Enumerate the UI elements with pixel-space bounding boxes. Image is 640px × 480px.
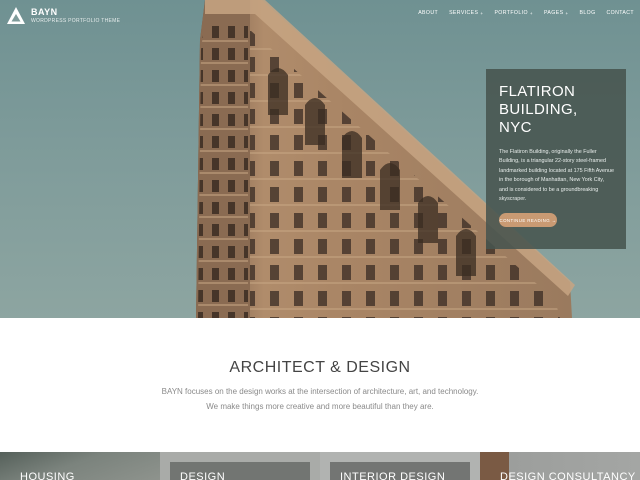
nav-label: SERVICES [449, 10, 479, 16]
hero-title: FLATIRON BUILDING, NYC [499, 83, 614, 137]
hero-section: BAYN WORDPRESS PORTFOLIO THEME ABOUT SER… [0, 0, 640, 318]
service-panel: INTERIOR DESIGN [330, 462, 470, 480]
services-strip: HOUSING DESIGN INTERIOR DESIGN DESIGN CO… [0, 452, 640, 480]
continue-reading-button[interactable]: CONTINUE READING → [499, 213, 557, 227]
service-tile-design-consultancy[interactable]: DESIGN CONSULTANCY [480, 452, 640, 480]
service-label: HOUSING [20, 471, 75, 480]
logo-text: BAYN WORDPRESS PORTFOLIO THEME [31, 8, 120, 24]
nav-label: CONTACT [606, 10, 634, 16]
service-label: DESIGN CONSULTANCY [500, 471, 636, 480]
nav-label: ABOUT [418, 10, 439, 16]
intro-title: ARCHITECT & DESIGN [229, 359, 411, 376]
logo[interactable]: BAYN WORDPRESS PORTFOLIO THEME [6, 6, 120, 26]
nav-label: BLOG [579, 10, 596, 16]
hero-title-line2: BUILDING, NYC [499, 101, 578, 136]
intro-section: ARCHITECT & DESIGN BAYN focuses on the d… [0, 318, 640, 452]
nav-label: PAGES [543, 10, 564, 16]
logo-title: BAYN [31, 7, 58, 17]
nav-item-services[interactable]: SERVICES + [449, 10, 483, 16]
intro-text-line2: We make things more creative and more be… [206, 402, 434, 411]
main-nav: ABOUT SERVICES + PORTFOLIO + PAGES + BLO… [407, 10, 634, 16]
service-tile-housing[interactable]: HOUSING [0, 452, 160, 480]
submenu-plus-icon: + [480, 10, 484, 16]
nav-item-pages[interactable]: PAGES + [544, 10, 569, 16]
service-panel: DESIGN CONSULTANCY [490, 462, 640, 480]
service-panel: DESIGN [170, 462, 310, 480]
nav-label: PORTFOLIO [494, 10, 528, 16]
nav-item-blog[interactable]: BLOG [579, 10, 595, 16]
nav-item-contact[interactable]: CONTACT [607, 10, 635, 16]
nav-item-about[interactable]: ABOUT [418, 10, 438, 16]
service-panel: HOUSING [10, 462, 150, 480]
submenu-plus-icon: + [565, 10, 569, 16]
nav-item-portfolio[interactable]: PORTFOLIO + [494, 10, 533, 16]
service-label: INTERIOR DESIGN [340, 471, 446, 480]
site-header: BAYN WORDPRESS PORTFOLIO THEME ABOUT SER… [0, 0, 640, 34]
service-label: DESIGN [180, 471, 226, 480]
intro-text-line1: BAYN focuses on the design works at the … [161, 387, 479, 396]
logo-triangle-icon [7, 7, 25, 24]
hero-feature-card: FLATIRON BUILDING, NYC The Flatiron Buil… [486, 69, 626, 249]
hero-title-line1: FLATIRON [499, 83, 576, 100]
service-tile-design[interactable]: DESIGN [160, 452, 320, 480]
submenu-plus-icon: + [529, 10, 533, 16]
hero-description: The Flatiron Building, originally the Fu… [499, 149, 614, 203]
service-tile-interior-design[interactable]: INTERIOR DESIGN [320, 452, 480, 480]
logo-subtitle: WORDPRESS PORTFOLIO THEME [31, 18, 121, 24]
